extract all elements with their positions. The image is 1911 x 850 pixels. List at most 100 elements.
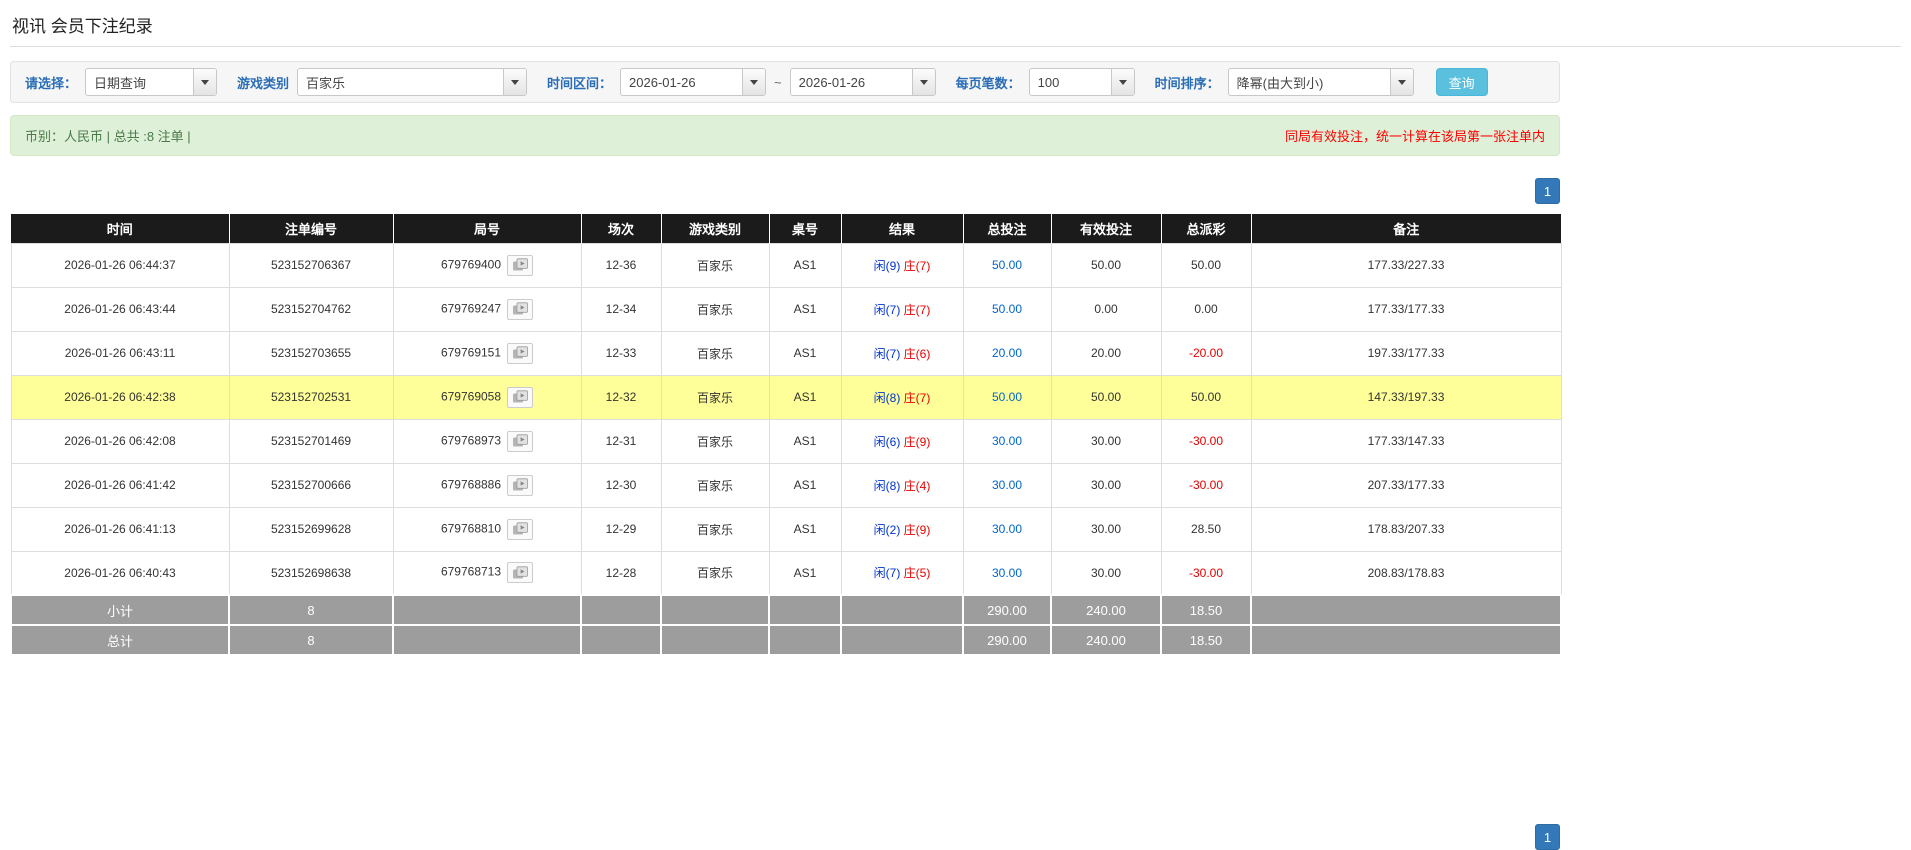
grand-total-row: 总计 8 290.00 240.00 18.50 bbox=[10, 624, 1562, 656]
table-row: 2026-01-26 06:44:37 523152706367 679769400… bbox=[10, 242, 1562, 288]
select-type-dropdown-button[interactable] bbox=[193, 69, 217, 95]
cell-bet-id: 523152699628 bbox=[228, 506, 394, 552]
result-player: 闲(8) bbox=[873, 390, 901, 405]
sort-order-input[interactable] bbox=[1228, 69, 1390, 95]
cell-result: 闲(8) 庄(4) bbox=[840, 462, 964, 508]
round-number: 679769058 bbox=[440, 389, 502, 404]
cell-table: AS1 bbox=[768, 506, 842, 552]
total-bet-link[interactable]: 50.00 bbox=[992, 390, 1022, 404]
cell-result: 闲(7) 庄(7) bbox=[840, 286, 964, 332]
result-player: 闲(7) bbox=[873, 346, 901, 361]
result-player: 闲(2) bbox=[873, 522, 901, 537]
video-replay-icon[interactable] bbox=[507, 562, 534, 584]
footer-payout: 18.50 bbox=[1160, 624, 1252, 656]
cell-total-bet: 20.00 bbox=[962, 330, 1052, 376]
video-replay-icon[interactable] bbox=[507, 518, 534, 540]
game-type-combobox bbox=[297, 68, 528, 96]
page-title: 视讯 会员下注纪录 bbox=[10, 8, 1901, 47]
cell-total-bet: 50.00 bbox=[962, 374, 1052, 420]
result-banker: 庄(9) bbox=[903, 522, 931, 537]
cell-total-bet: 50.00 bbox=[962, 242, 1052, 288]
cell-session: 12-30 bbox=[580, 462, 662, 508]
cell-total-bet: 30.00 bbox=[962, 418, 1052, 464]
video-replay-icon[interactable] bbox=[507, 298, 534, 320]
chevron-down-icon bbox=[511, 79, 520, 85]
page-size-dropdown-button[interactable] bbox=[1110, 69, 1134, 95]
cell-session: 12-36 bbox=[580, 242, 662, 288]
date-from-input[interactable] bbox=[621, 69, 743, 95]
round-number: 679769400 bbox=[440, 257, 502, 272]
footer-empty-cell bbox=[768, 624, 842, 656]
cell-valid-bet: 20.00 bbox=[1050, 330, 1162, 376]
cell-payout: -30.00 bbox=[1160, 462, 1252, 508]
footer-empty-cell bbox=[840, 594, 964, 626]
date-to-input[interactable] bbox=[790, 69, 912, 95]
table-body: 2026-01-26 06:44:37 523152706367 679769400… bbox=[10, 242, 1562, 596]
column-header: 注单编号 bbox=[229, 214, 394, 243]
total-bet-link[interactable]: 30.00 bbox=[992, 566, 1022, 580]
game-type-dropdown-button[interactable] bbox=[503, 69, 527, 95]
page-button-1[interactable]: 1 bbox=[1535, 178, 1560, 204]
total-bet-link[interactable]: 50.00 bbox=[992, 258, 1022, 272]
cell-session: 12-31 bbox=[580, 418, 662, 464]
footer-empty-cell bbox=[392, 594, 582, 626]
table-row: 2026-01-26 06:43:44 523152704762 679769247… bbox=[10, 286, 1562, 332]
subtotal-row: 小计 8 290.00 240.00 18.50 bbox=[10, 594, 1562, 626]
video-replay-icon[interactable] bbox=[507, 386, 534, 408]
search-button[interactable]: 查询 bbox=[1435, 68, 1488, 96]
page-size-combobox bbox=[1028, 68, 1135, 96]
select-type-input[interactable] bbox=[86, 69, 194, 95]
betting-records-page: 视讯 会员下注纪录 请选择： 游戏类别 时间区间： ~ bbox=[0, 0, 1911, 850]
sort-order-dropdown-button[interactable] bbox=[1389, 69, 1413, 95]
video-replay-icon[interactable] bbox=[507, 430, 534, 452]
page-button-1-bottom[interactable]: 1 bbox=[1535, 824, 1560, 850]
payout-value: -30.00 bbox=[1188, 565, 1224, 580]
page-size-input[interactable] bbox=[1029, 69, 1111, 95]
round-number: 679768810 bbox=[440, 521, 502, 536]
cell-round: 679769400 bbox=[392, 242, 582, 288]
cell-bet-id: 523152704762 bbox=[228, 286, 394, 332]
cell-total-bet: 30.00 bbox=[962, 462, 1052, 508]
date-from-dropdown-button[interactable] bbox=[742, 69, 766, 95]
cell-total-bet: 50.00 bbox=[962, 286, 1052, 332]
column-header: 备注 bbox=[1251, 214, 1561, 243]
cell-round: 679768810 bbox=[392, 506, 582, 552]
footer-valid-bet: 240.00 bbox=[1050, 594, 1162, 626]
total-bet-link[interactable]: 30.00 bbox=[992, 434, 1022, 448]
cell-remark: 207.33/177.33 bbox=[1250, 462, 1562, 508]
total-bet-link[interactable]: 30.00 bbox=[992, 478, 1022, 492]
cell-table: AS1 bbox=[768, 330, 842, 376]
video-replay-icon[interactable] bbox=[507, 474, 534, 496]
cell-bet-id: 523152700666 bbox=[228, 462, 394, 508]
cell-round: 679768713 bbox=[392, 550, 582, 596]
table-row: 2026-01-26 06:41:13 523152699628 679768810… bbox=[10, 506, 1562, 552]
video-replay-icon[interactable] bbox=[507, 342, 534, 364]
cell-remark: 177.33/177.33 bbox=[1250, 286, 1562, 332]
cell-payout: -30.00 bbox=[1160, 418, 1252, 464]
result-banker: 庄(4) bbox=[903, 478, 931, 493]
cell-round: 679768973 bbox=[392, 418, 582, 464]
chevron-down-icon bbox=[201, 79, 210, 85]
result-player: 闲(7) bbox=[873, 566, 901, 581]
round-number: 679768713 bbox=[440, 564, 502, 579]
cell-round: 679769151 bbox=[392, 330, 582, 376]
chevron-down-icon bbox=[750, 79, 759, 85]
cell-valid-bet: 30.00 bbox=[1050, 462, 1162, 508]
total-bet-link[interactable]: 20.00 bbox=[992, 346, 1022, 360]
total-bet-link[interactable]: 50.00 bbox=[992, 302, 1022, 316]
cell-total-bet: 30.00 bbox=[962, 550, 1052, 596]
date-to-dropdown-button[interactable] bbox=[911, 69, 935, 95]
cell-bet-id: 523152701469 bbox=[228, 418, 394, 464]
footer-count: 8 bbox=[228, 594, 394, 626]
game-type-input[interactable] bbox=[298, 69, 504, 95]
payout-value: 50.00 bbox=[1190, 258, 1222, 272]
total-bet-link[interactable]: 30.00 bbox=[992, 522, 1022, 536]
chevron-down-icon bbox=[919, 79, 928, 85]
cell-valid-bet: 30.00 bbox=[1050, 550, 1162, 596]
column-header: 桌号 bbox=[769, 214, 842, 243]
cell-remark: 178.83/207.33 bbox=[1250, 506, 1562, 552]
chevron-down-icon bbox=[1118, 79, 1127, 85]
video-replay-icon[interactable] bbox=[507, 254, 534, 276]
select-type-label: 请选择： bbox=[25, 75, 78, 91]
